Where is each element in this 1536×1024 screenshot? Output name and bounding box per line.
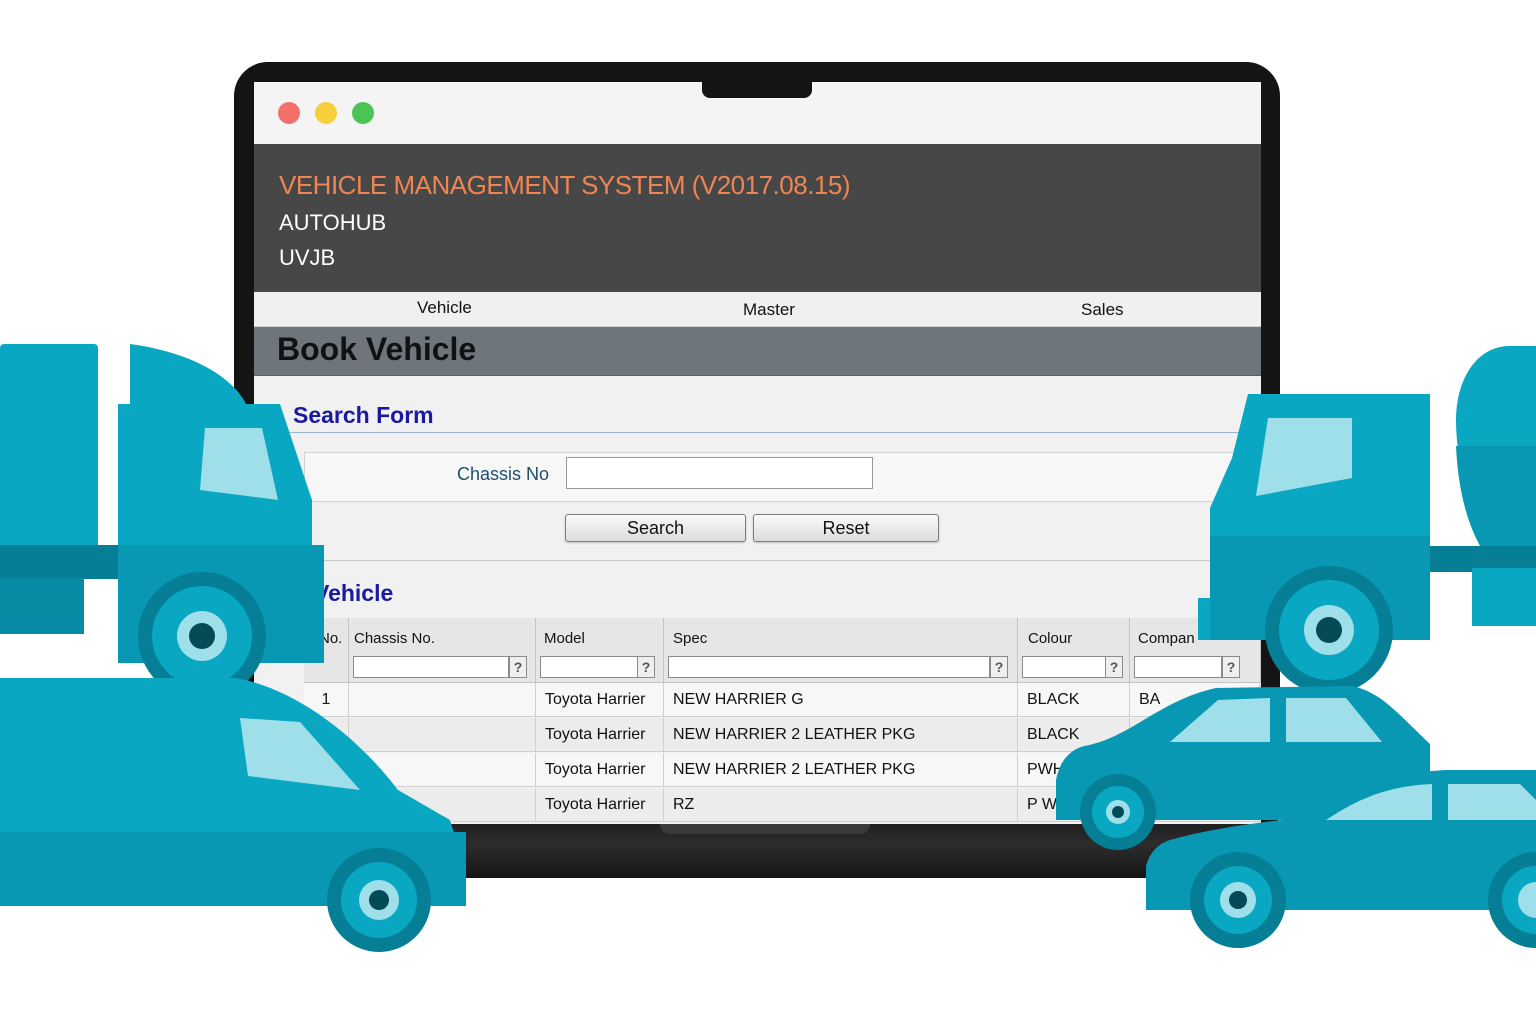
- browser-window: VEHICLE MANAGEMENT SYSTEM (V2017.08.15) …: [254, 82, 1261, 824]
- search-button[interactable]: Search: [565, 514, 746, 542]
- cell-spec: NEW HARRIER 2 LEATHER PKG: [664, 753, 1018, 787]
- page-title-bar: Book Vehicle: [254, 327, 1261, 376]
- cell-colour: BLACK: [1018, 718, 1130, 752]
- window-maximize-dot[interactable]: [352, 102, 374, 124]
- filter-help-icon[interactable]: ?: [637, 656, 655, 678]
- search-form-heading: Search Form: [293, 402, 434, 428]
- col-header-company: Compan ?: [1130, 618, 1261, 683]
- search-form-divider: [284, 432, 1261, 433]
- company-name: AUTOHUB: [279, 210, 387, 235]
- filter-help-icon[interactable]: ?: [990, 656, 1008, 678]
- chassis-no-label: Chassis No: [457, 464, 550, 484]
- window-minimize-dot[interactable]: [315, 102, 337, 124]
- filter-help-icon[interactable]: ?: [1222, 656, 1240, 678]
- window-close-dot[interactable]: [278, 102, 300, 124]
- filter-spec-input[interactable]: [668, 656, 990, 678]
- filter-help-icon[interactable]: ?: [509, 656, 527, 678]
- camera-notch: [702, 78, 812, 98]
- cell-model: Toyota Harrier: [536, 683, 664, 717]
- col-header-model: Model ?: [536, 618, 664, 683]
- cell-chassis: [349, 753, 536, 787]
- app-title: VEHICLE MANAGEMENT SYSTEM (V2017.08.15): [279, 170, 851, 200]
- filter-company-input[interactable]: [1134, 656, 1222, 678]
- cell-spec: RZ: [664, 788, 1018, 822]
- page-title: Book Vehicle: [277, 331, 477, 367]
- cell-model: Toyota Harrier: [536, 718, 664, 752]
- nav-item-sales[interactable]: Sales: [1081, 300, 1124, 320]
- filter-help-icon[interactable]: ?: [1105, 656, 1123, 678]
- cell-company: [1130, 753, 1260, 787]
- main-nav: Vehicle Master Sales: [254, 292, 1261, 327]
- filter-model-input[interactable]: [540, 656, 638, 678]
- cell-colour: BLACK: [1018, 683, 1130, 717]
- cell-no: [304, 788, 349, 822]
- col-header-no: No.: [304, 618, 349, 683]
- chassis-no-input[interactable]: [566, 457, 873, 489]
- nav-item-vehicle[interactable]: Vehicle: [417, 298, 472, 318]
- cell-model: Toyota Harrier: [536, 788, 664, 822]
- cell-chassis: [349, 788, 536, 822]
- filter-chassis-input[interactable]: [353, 656, 509, 678]
- col-header-colour: Colour ?: [1018, 618, 1130, 683]
- cell-model: Toyota Harrier: [536, 753, 664, 787]
- filter-colour-input[interactable]: [1022, 656, 1106, 678]
- col-header-chassis: Chassis No. ?: [349, 618, 536, 683]
- cell-chassis: [349, 718, 536, 752]
- cell-colour: P W: [1018, 788, 1130, 822]
- cell-colour: PWH: [1018, 753, 1130, 787]
- cell-no: 2: [304, 718, 349, 752]
- reset-button[interactable]: Reset: [753, 514, 939, 542]
- app-header: VEHICLE MANAGEMENT SYSTEM (V2017.08.15) …: [254, 144, 1261, 292]
- cell-company: BA: [1130, 683, 1260, 717]
- col-header-spec: Spec ?: [664, 618, 1018, 683]
- nav-item-master[interactable]: Master: [743, 300, 795, 320]
- cell-spec: NEW HARRIER 2 LEATHER PKG: [664, 718, 1018, 752]
- vehicle-table-heading: Vehicle: [314, 580, 394, 606]
- branch-name: UVJB: [279, 245, 336, 270]
- cell-chassis: [349, 683, 536, 717]
- cell-spec: NEW HARRIER G: [664, 683, 1018, 717]
- cell-no: [304, 753, 349, 787]
- cell-company: [1130, 788, 1260, 822]
- cell-company: VI: [1130, 718, 1260, 752]
- form-divider: [284, 560, 1261, 561]
- cell-no: 1: [304, 683, 349, 717]
